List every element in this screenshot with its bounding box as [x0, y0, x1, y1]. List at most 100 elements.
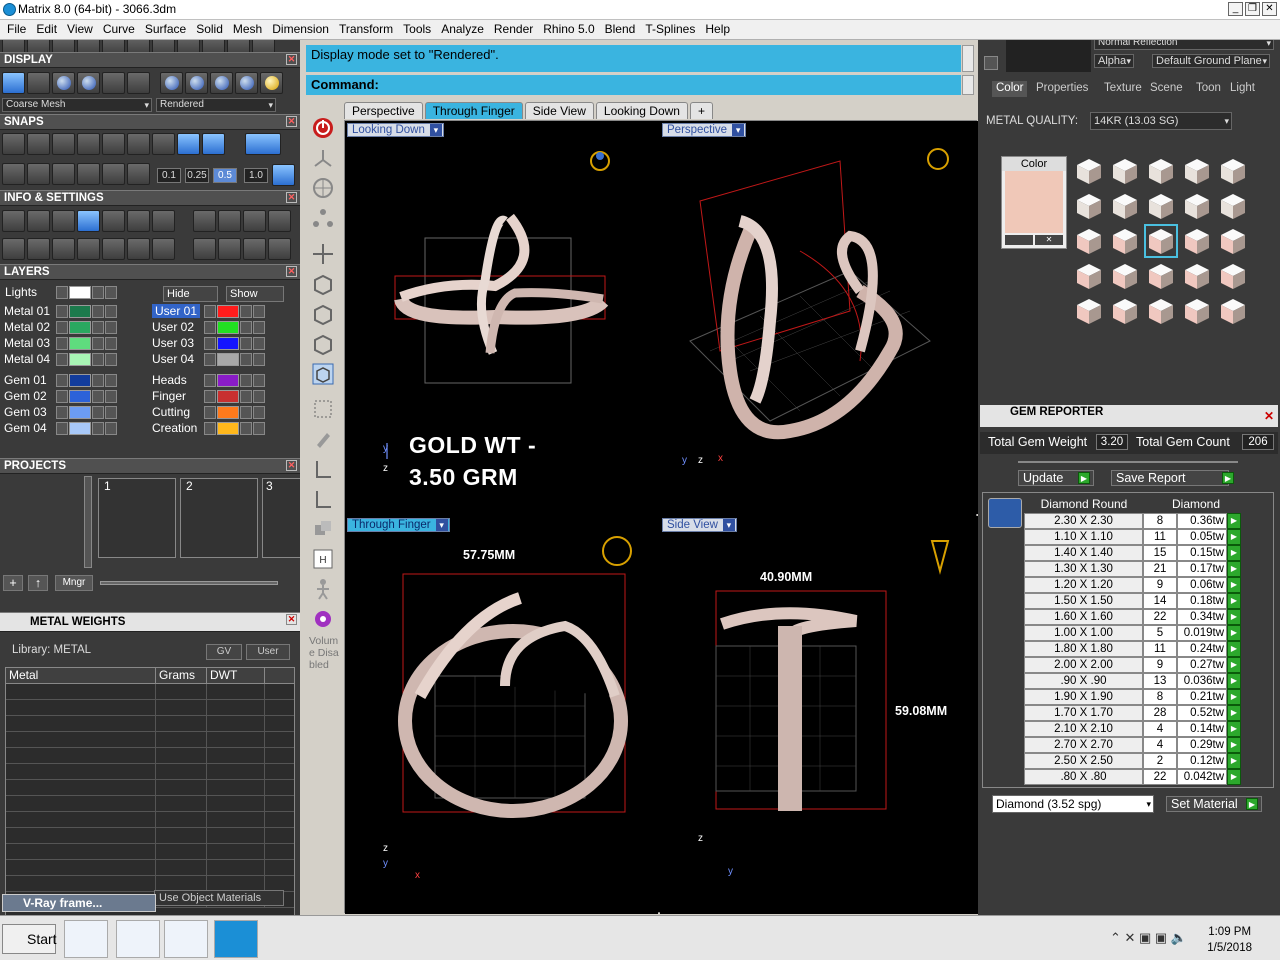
row-go-icon[interactable]: ▶ [1227, 657, 1241, 673]
layer-controls[interactable] [56, 422, 117, 435]
wireframe-icon[interactable] [2, 72, 25, 94]
command-scrollbar-2[interactable] [962, 75, 974, 95]
globe-icon[interactable] [311, 176, 335, 200]
table-row[interactable]: 1.10 X 1.10 11 0.05tw ▶ [1024, 529, 1246, 545]
box-view-icon[interactable] [311, 362, 335, 386]
media-player-icon[interactable] [164, 920, 208, 958]
show-button[interactable]: Show [226, 286, 284, 302]
layer-name[interactable]: Gem 01 [4, 373, 47, 387]
metal-preset-cube-icon[interactable] [1182, 296, 1212, 326]
metal-preset-cube-icon[interactable] [1074, 296, 1104, 326]
metal-preset-cube-icon[interactable] [1182, 261, 1212, 291]
projects-scrollbar[interactable] [84, 476, 92, 568]
view-tab[interactable]: Looking Down [595, 102, 688, 119]
layer-name[interactable]: Metal 01 [4, 304, 50, 318]
project-slot-3[interactable]: 3 [262, 478, 300, 558]
layer-controls[interactable] [56, 321, 117, 334]
snap-value-0[interactable]: 0.1 [157, 168, 181, 183]
metal-preset-cube-icon[interactable] [1218, 261, 1248, 291]
grid-snap-icon[interactable] [272, 164, 295, 186]
layer-controls[interactable] [204, 422, 265, 435]
update-go-icon[interactable]: ▶ [1078, 472, 1090, 484]
material-select[interactable]: Diamond (3.52 spg) [992, 795, 1154, 813]
ground-plane-select[interactable]: Default Ground Plane [1152, 54, 1270, 68]
axis-r-icon[interactable] [311, 487, 335, 511]
metal-preset-cube-icon[interactable] [1110, 226, 1140, 256]
maximize-button[interactable]: ❐ [1245, 2, 1260, 16]
layer-name[interactable]: User 04 [152, 352, 194, 366]
tool-icon[interactable] [268, 238, 291, 260]
sphere-icon[interactable] [160, 72, 183, 94]
gold-sphere-icon[interactable] [260, 72, 283, 94]
metal-preset-cube-icon[interactable] [1146, 261, 1176, 291]
tray-icons[interactable]: ⌃ ✕ ▣ ▣ 🔈 [1110, 930, 1187, 946]
metal-preset-cube-icon[interactable] [1146, 156, 1176, 186]
manager-button[interactable]: Mngr [55, 575, 93, 591]
row-go-icon[interactable]: ▶ [1227, 513, 1241, 529]
layers-section-header[interactable]: LAYERS ✕ [0, 264, 300, 280]
layer-name[interactable]: User 02 [152, 320, 194, 334]
metal-preset-cube-icon[interactable] [1110, 191, 1140, 221]
material-tab[interactable]: Color [992, 81, 1028, 97]
material-tab[interactable]: Scene [1150, 81, 1183, 97]
row-go-icon[interactable]: ▶ [1227, 737, 1241, 753]
viewport-through-finger[interactable]: Through Finger 57.75MM z y x [345, 516, 658, 914]
layer-controls[interactable] [56, 406, 117, 419]
minimize-button[interactable]: _ [1228, 2, 1243, 16]
menu-item[interactable]: Curve [98, 20, 140, 39]
snap-icon[interactable] [77, 163, 100, 185]
table-row[interactable]: 2.50 X 2.50 2 0.12tw ▶ [1024, 753, 1246, 769]
snap-icon[interactable] [27, 133, 50, 155]
table-row[interactable]: 1.60 X 1.60 22 0.34tw ▶ [1024, 609, 1246, 625]
metal-preset-cube-icon[interactable] [1146, 296, 1176, 326]
paint-icon[interactable] [311, 427, 335, 451]
layer-name[interactable]: Cutting [152, 405, 190, 419]
layer-name[interactable]: Creation [152, 421, 197, 435]
layer-name[interactable]: Metal 02 [4, 320, 50, 334]
layer-controls[interactable] [204, 321, 265, 334]
layer-name[interactable]: Gem 02 [4, 389, 47, 403]
tool-icon[interactable] [152, 238, 175, 260]
row-go-icon[interactable]: ▶ [1227, 705, 1241, 721]
expand-icon[interactable] [984, 56, 998, 70]
ortho-toggle[interactable] [245, 133, 281, 155]
search-icon[interactable] [27, 210, 50, 232]
info-section-header[interactable]: INFO & SETTINGS ✕ [0, 190, 300, 206]
alpha-toggle[interactable]: Alpha [1094, 54, 1134, 68]
table-row[interactable]: .90 X .90 13 0.036tw ▶ [1024, 673, 1246, 689]
menu-item[interactable]: Render [489, 20, 538, 39]
close-icon[interactable]: ✕ [286, 54, 297, 65]
layer-name[interactable]: Heads [152, 373, 187, 387]
metal-quality-select[interactable]: 14KR (13.03 SG) [1090, 112, 1232, 130]
close-button[interactable]: ✕ [1262, 2, 1277, 16]
tool-icon[interactable] [193, 210, 216, 232]
row-go-icon[interactable]: ▶ [1227, 609, 1241, 625]
metal-weights-header[interactable]: METAL WEIGHTS ✕ [0, 612, 300, 632]
table-row[interactable]: 1.30 X 1.30 21 0.17tw ▶ [1024, 561, 1246, 577]
menu-item[interactable]: Help [700, 20, 735, 39]
menu-item[interactable]: Dimension [267, 20, 334, 39]
h-icon[interactable]: H [311, 547, 335, 571]
metal-preset-cube-icon[interactable] [1218, 296, 1248, 326]
sphere-icon[interactable] [235, 72, 258, 94]
reflection-select[interactable]: Normal Reflection [1094, 40, 1274, 50]
gv-toggle[interactable]: GV [206, 644, 242, 660]
metal-preset-cube-icon[interactable] [1074, 261, 1104, 291]
snap-icon[interactable] [102, 133, 125, 155]
layer-controls[interactable] [56, 305, 117, 318]
table-row[interactable]: 1.70 X 1.70 28 0.52tw ▶ [1024, 705, 1246, 721]
vray-frame-window[interactable]: V-Ray frame... [2, 894, 156, 912]
projects-section-header[interactable]: PROJECTS ✕ [0, 458, 300, 474]
table-row[interactable]: 1.90 X 1.90 8 0.21tw ▶ [1024, 689, 1246, 705]
tool-icon[interactable] [193, 238, 216, 260]
close-icon[interactable]: ✕ [286, 460, 297, 471]
row-go-icon[interactable]: ▶ [1227, 689, 1241, 705]
close-icon[interactable]: ✕ [286, 116, 297, 127]
layer-controls[interactable] [204, 406, 265, 419]
menu-item[interactable]: Tools [398, 20, 436, 39]
scale-icon[interactable] [311, 397, 335, 421]
viewport-icon[interactable] [127, 72, 150, 94]
layer-controls[interactable] [204, 374, 265, 387]
move-icon[interactable] [311, 242, 335, 266]
close-icon[interactable]: ✕ [286, 614, 297, 625]
